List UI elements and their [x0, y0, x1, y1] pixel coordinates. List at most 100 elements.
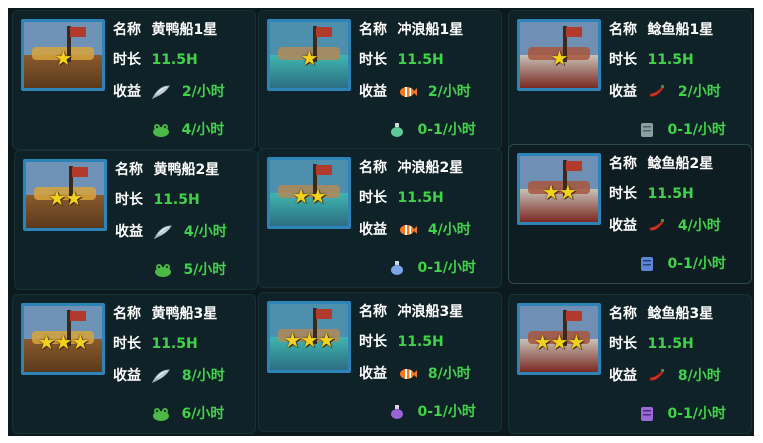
duration-value: 11.5H [647, 336, 694, 352]
income-row: 收益 8/小时 [609, 365, 721, 387]
bonus-value: 0-1/小时 [417, 260, 476, 276]
star-rating: ★ [54, 46, 73, 71]
ship-card[interactable]: ★★★ 名称 冲浪船3星 时长 11.5H 收益 8/小时 0-1/小时 [258, 292, 502, 432]
ship-grid: ★ 名称 黄鸭船1星 时长 11.5H 收益 2/小时 4/小时 ★ 名称 冲浪… [8, 8, 754, 436]
income-row: 收益 8/小时 [359, 363, 471, 385]
income-label: 收益 [113, 368, 141, 384]
ship-name: 冲浪船1星 [397, 22, 464, 38]
ship-card[interactable]: ★ 名称 冲浪船1星 时长 11.5H 收益 2/小时 0-1/小时 [258, 10, 502, 150]
duration-label: 时长 [359, 334, 387, 350]
green-potion-icon [387, 122, 407, 138]
duration-label: 时长 [115, 192, 143, 208]
red-chili-icon [647, 368, 667, 384]
name-label: 名称 [609, 22, 637, 38]
star-rating: ★★★ [37, 330, 90, 355]
ship-card[interactable]: ★ 名称 鲶鱼船1星 时长 11.5H 收益 2/小时 0-1/小时 [508, 10, 752, 150]
duration-row: 时长 11.5H [115, 189, 200, 211]
bonus-value: 4/小时 [181, 122, 225, 138]
duration-label: 时长 [609, 186, 637, 202]
income-value: 2/小时 [677, 84, 721, 100]
ship-card[interactable]: ★★ 名称 鲶鱼船2星 时长 11.5H 收益 4/小时 0-1/小时 [508, 144, 752, 284]
income-row: 收益 4/小时 [115, 221, 227, 243]
feather-icon [151, 368, 171, 384]
ship-portrait: ★★ [267, 157, 351, 229]
blue-potion-icon [387, 260, 407, 276]
ship-card[interactable]: ★★★ 名称 鲶鱼船3星 时长 11.5H 收益 8/小时 0-1/小时 [508, 294, 752, 434]
name-label: 名称 [115, 162, 143, 178]
bonus-row: 0-1/小时 [387, 257, 476, 279]
ship-portrait: ★★ [517, 153, 601, 225]
duration-value: 11.5H [647, 186, 694, 202]
ship-card[interactable]: ★ 名称 黄鸭船1星 时长 11.5H 收益 2/小时 4/小时 [12, 10, 256, 150]
star-rating: ★★★ [533, 330, 586, 355]
income-value: 8/小时 [427, 366, 471, 382]
ship-portrait: ★ [21, 19, 105, 91]
bonus-row: 0-1/小时 [637, 119, 726, 141]
ship-name: 鲶鱼船2星 [647, 156, 714, 172]
income-label: 收益 [359, 84, 387, 100]
ship-name: 鲶鱼船3星 [647, 306, 714, 322]
duration-value: 11.5H [151, 336, 198, 352]
ship-portrait: ★★★ [517, 303, 601, 375]
income-label: 收益 [359, 222, 387, 238]
name-label: 名称 [609, 306, 637, 322]
ship-name: 黄鸭船1星 [151, 22, 218, 38]
bonus-value: 6/小时 [181, 406, 225, 422]
clownfish-icon [397, 366, 418, 382]
duration-label: 时长 [359, 190, 387, 206]
bonus-value: 0-1/小时 [667, 256, 726, 272]
duration-value: 11.5H [397, 52, 444, 68]
name-row: 名称 黄鸭船1星 [113, 19, 217, 41]
bonus-row: 0-1/小时 [387, 119, 476, 141]
bonus-row: 0-1/小时 [637, 253, 726, 275]
income-label: 收益 [609, 84, 637, 100]
name-row: 名称 鲶鱼船1星 [609, 19, 713, 41]
green-frog-icon [151, 122, 171, 138]
income-value: 4/小时 [427, 222, 471, 238]
clownfish-icon [397, 84, 418, 100]
ship-name: 鲶鱼船1星 [647, 22, 714, 38]
purple-potion-icon [387, 404, 407, 420]
star-rating: ★★ [292, 184, 327, 209]
feather-icon [151, 84, 171, 100]
bonus-value: 0-1/小时 [667, 406, 726, 422]
duration-row: 时长 11.5H [359, 187, 444, 209]
bonus-row: 4/小时 [151, 119, 224, 141]
bonus-value: 0-1/小时 [667, 122, 726, 138]
name-label: 名称 [609, 156, 637, 172]
duration-label: 时长 [113, 336, 141, 352]
name-row: 名称 黄鸭船2星 [115, 159, 219, 181]
green-frog-icon [153, 262, 173, 278]
duration-value: 11.5H [397, 190, 444, 206]
ship-name: 冲浪船3星 [397, 304, 464, 320]
bonus-value: 5/小时 [183, 262, 227, 278]
bonus-row: 0-1/小时 [387, 401, 476, 423]
bonus-row: 0-1/小时 [637, 403, 726, 425]
name-label: 名称 [359, 22, 387, 38]
ship-card[interactable]: ★★ 名称 冲浪船2星 时长 11.5H 收益 4/小时 0-1/小时 [258, 148, 502, 288]
ship-portrait: ★★★ [267, 301, 351, 373]
income-value: 2/小时 [427, 84, 471, 100]
ship-name: 黄鸭船3星 [151, 306, 218, 322]
name-row: 名称 冲浪船3星 [359, 301, 463, 323]
grey-scroll-icon [637, 122, 657, 138]
income-row: 收益 2/小时 [113, 81, 225, 103]
income-label: 收益 [113, 84, 141, 100]
bonus-row: 5/小时 [153, 259, 226, 281]
ship-card[interactable]: ★★ 名称 黄鸭船2星 时长 11.5H 收益 4/小时 5/小时 [14, 150, 258, 290]
duration-label: 时长 [359, 52, 387, 68]
duration-row: 时长 11.5H [359, 331, 444, 353]
duration-row: 时长 11.5H [359, 49, 444, 71]
duration-row: 时长 11.5H [609, 333, 694, 355]
clownfish-icon [397, 222, 418, 238]
duration-value: 11.5H [397, 334, 444, 350]
name-label: 名称 [113, 22, 141, 38]
duration-value: 11.5H [153, 192, 200, 208]
star-rating: ★★★ [283, 328, 336, 353]
purple-scroll-icon [637, 406, 657, 422]
income-label: 收益 [609, 218, 637, 234]
name-row: 名称 冲浪船2星 [359, 157, 463, 179]
blue-scroll-icon [637, 256, 657, 272]
ship-card[interactable]: ★★★ 名称 黄鸭船3星 时长 11.5H 收益 8/小时 6/小时 [12, 294, 256, 434]
ship-portrait: ★ [517, 19, 601, 91]
